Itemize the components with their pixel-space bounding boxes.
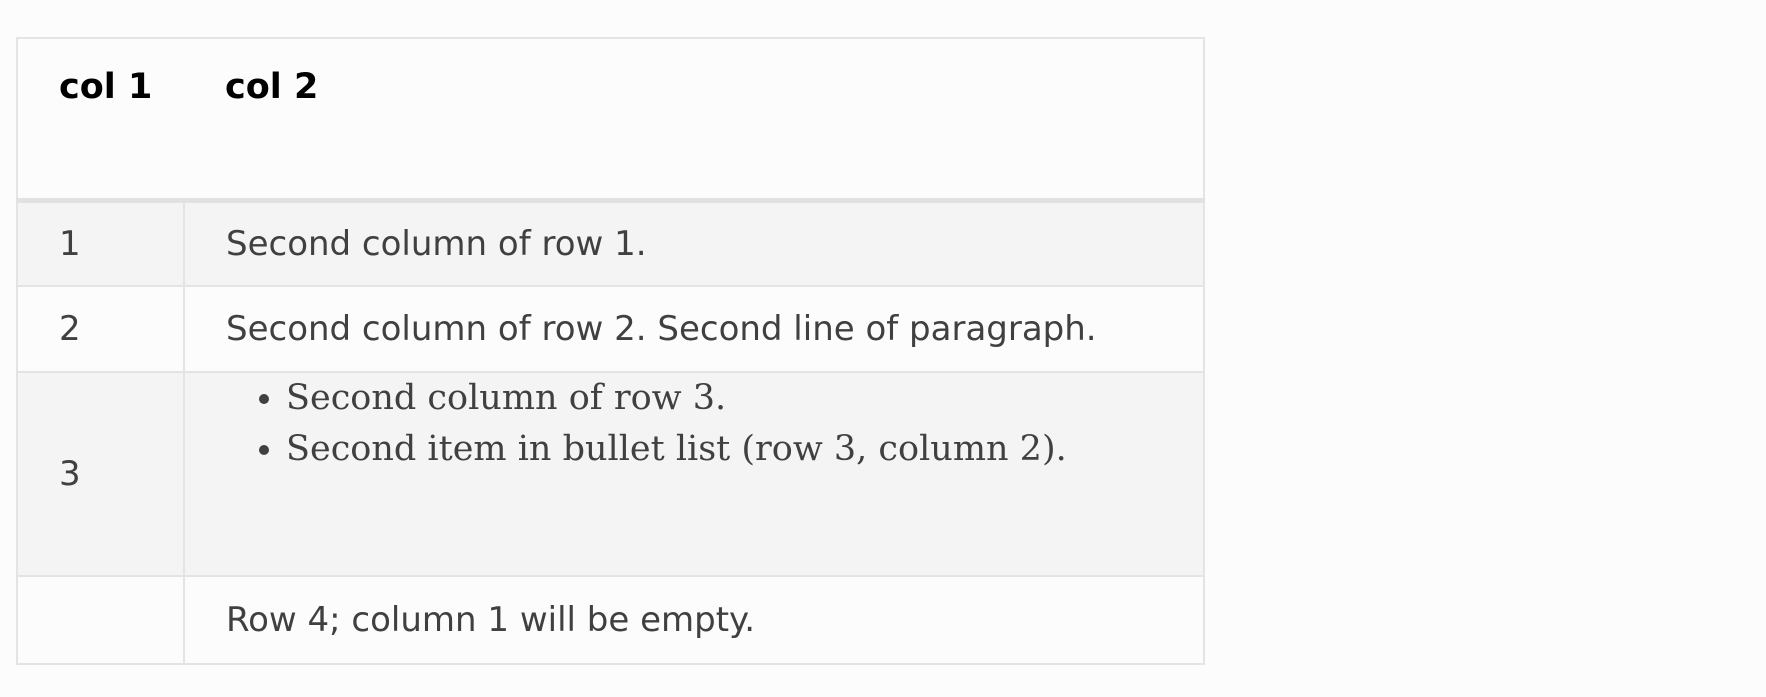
row-4-col-1 xyxy=(16,575,185,665)
row-4-col-2: Row 4; column 1 will be empty. xyxy=(183,575,1205,665)
table-body: 1 Second column of row 1. 2 Second colum… xyxy=(16,199,1205,665)
page: col 1 col 2 1 Second column of row 1. 2 … xyxy=(0,0,1766,697)
row-3-col-1: 3 xyxy=(16,371,185,577)
table-row: 1 Second column of row 1. xyxy=(16,199,1205,287)
row-1-col-1: 1 xyxy=(16,199,185,287)
table-row: 3 Second column of row 3. Second item in… xyxy=(16,371,1205,577)
column-header-col2: col 2 xyxy=(184,37,1204,203)
table-row: 2 Second column of row 2. Second line of… xyxy=(16,285,1205,373)
table-row: Row 4; column 1 will be empty. xyxy=(16,575,1205,665)
header-row: col 1 col 2 xyxy=(17,37,1204,203)
row-1-col-2: Second column of row 1. xyxy=(183,199,1205,287)
data-table: col 1 col 2 1 Second column of row 1. 2 … xyxy=(16,37,1205,665)
row-3-col-2: Second column of row 3. Second item in b… xyxy=(183,371,1205,577)
column-header-col1: col 1 xyxy=(17,37,184,203)
bullet-list-item: Second column of row 3. xyxy=(286,373,1203,424)
row-2-col-2: Second column of row 2. Second line of p… xyxy=(183,285,1205,373)
bullet-list-item: Second item in bullet list (row 3, colum… xyxy=(286,424,1203,475)
table-header: col 1 col 2 xyxy=(17,37,1204,203)
bullet-list: Second column of row 3. Second item in b… xyxy=(226,373,1203,475)
row-2-col-1: 2 xyxy=(16,285,185,373)
